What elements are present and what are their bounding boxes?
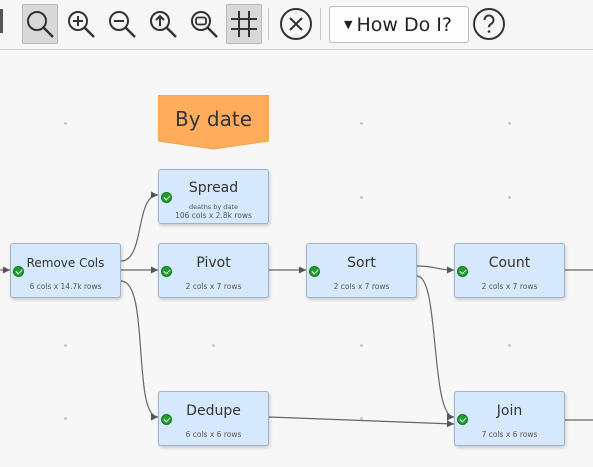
status-ok-icon <box>161 192 172 203</box>
toolbar-separator <box>268 8 269 40</box>
grid-icon <box>231 11 257 37</box>
node-dedupe[interactable]: Dedupe 6 cols x 6 rows <box>158 391 269 446</box>
status-ok-icon <box>309 266 320 277</box>
node-title: Remove Cols <box>26 256 105 270</box>
node-count[interactable]: Count 2 cols x 7 rows <box>454 243 565 298</box>
edge-remove-cols-dedupe <box>120 280 159 421</box>
caret-down-icon: ▼ <box>344 18 353 31</box>
how-do-i-dropdown[interactable]: ▼ How Do I? <box>329 6 469 43</box>
node-size: 6 cols x 14.7k rows <box>29 282 102 291</box>
node-size: 2 cols x 7 rows <box>185 282 242 291</box>
toolbar: ▼ How Do I? <box>0 0 593 50</box>
node-title: Spread <box>188 180 239 196</box>
zoom-out-button[interactable] <box>104 4 140 44</box>
help-button[interactable] <box>471 4 507 44</box>
zoom-select-button[interactable] <box>22 4 58 44</box>
node-title: Join <box>496 403 523 419</box>
zoom-window-icon <box>191 11 218 38</box>
edge-sort-count <box>416 265 455 274</box>
zoom-in-icon <box>68 11 95 38</box>
clear-button[interactable] <box>278 4 314 44</box>
node-size: 106 cols x 2.8k rows <box>175 211 252 220</box>
edge-remove-cols-spread <box>120 191 159 262</box>
node-sort[interactable]: Sort 2 cols x 7 rows <box>306 243 417 298</box>
zoom-out-icon <box>109 11 136 38</box>
node-title: Pivot <box>196 255 231 271</box>
node-size: 6 cols x 6 rows <box>185 430 242 439</box>
node-join[interactable]: Join 7 cols x 6 rows <box>454 391 565 446</box>
grid-toggle-button[interactable] <box>226 4 262 44</box>
zoom-reset-button[interactable] <box>186 4 222 44</box>
node-remove-cols[interactable]: Remove Cols 6 cols x 14.7k rows <box>10 243 121 298</box>
annotation-by-date[interactable]: By date <box>158 95 269 150</box>
zoom-fit-button[interactable] <box>145 4 181 44</box>
node-title: Sort <box>347 255 376 271</box>
zoom-in-button[interactable] <box>63 4 99 44</box>
question-circle-icon <box>473 8 505 40</box>
node-spread[interactable]: Spread deaths by date 106 cols x 2.8k ro… <box>158 169 269 224</box>
node-size: 7 cols x 6 rows <box>481 430 538 439</box>
toolbar-edge <box>0 9 3 33</box>
annotation-label: By date <box>174 107 252 131</box>
status-ok-icon <box>161 266 172 277</box>
node-pivot[interactable]: Pivot 2 cols x 7 rows <box>158 243 269 298</box>
status-ok-icon <box>13 266 24 277</box>
fit-arrow-icon <box>150 11 177 38</box>
status-ok-icon <box>457 414 468 425</box>
edge-dedupe-join <box>268 416 455 428</box>
workflow-canvas[interactable]: By date Remove Cols 6 cols x 14.7k rows … <box>0 51 593 467</box>
node-size: 2 cols x 7 rows <box>481 282 538 291</box>
node-title: Dedupe <box>186 403 241 419</box>
edge-sort-join <box>416 275 455 421</box>
status-ok-icon <box>161 414 172 425</box>
node-size: 2 cols x 7 rows <box>333 282 390 291</box>
toolbar-separator <box>320 8 321 40</box>
how-do-i-label: How Do I? <box>356 13 452 36</box>
node-title: Count <box>488 255 531 271</box>
circle-x-icon <box>280 8 312 40</box>
status-ok-icon <box>457 266 468 277</box>
magnifier-icon <box>27 11 54 38</box>
